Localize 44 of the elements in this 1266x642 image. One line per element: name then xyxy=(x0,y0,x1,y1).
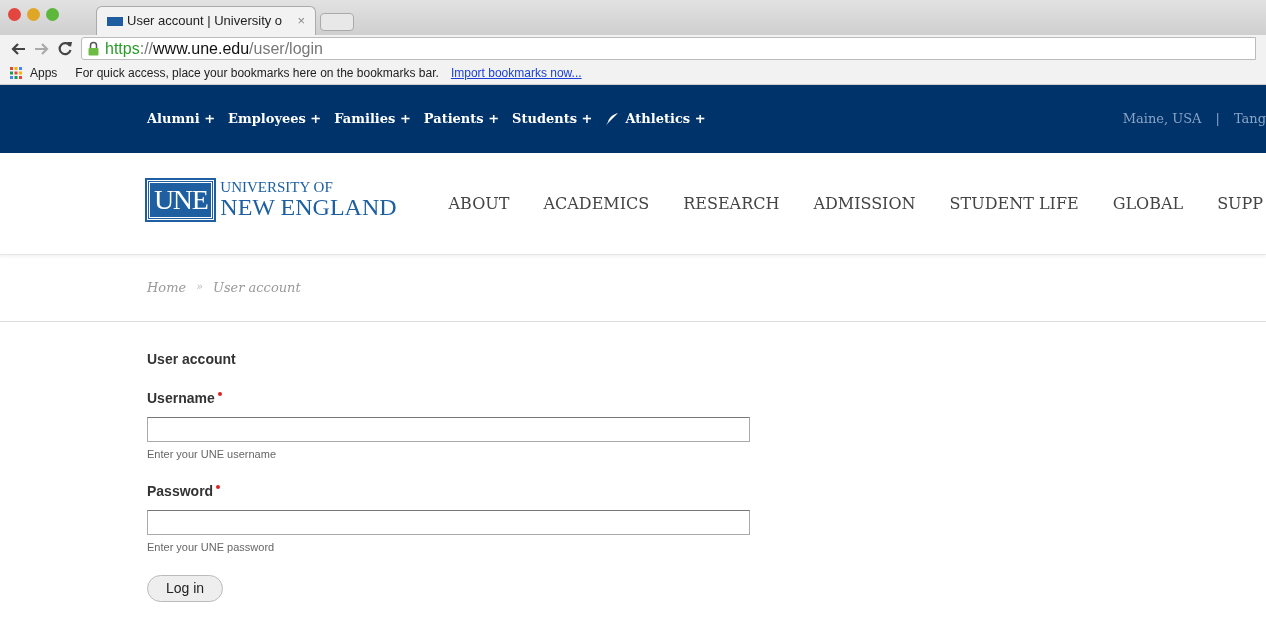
breadcrumb-item: User account xyxy=(212,279,301,298)
form-title: User account xyxy=(147,350,237,369)
breadcrumb-separator: » xyxy=(196,279,203,296)
utility-nav-link[interactable]: Students + xyxy=(512,109,593,129)
utility-link[interactable]: Maine, USA xyxy=(1122,109,1202,129)
import-bookmarks-link[interactable]: Import bookmarks now... xyxy=(450,64,582,82)
address-bar[interactable]: https://www.une.edu/user/login xyxy=(81,37,1256,60)
field-label: Password xyxy=(147,481,214,501)
main-nav-link[interactable]: RESEARCH xyxy=(683,191,780,216)
back-icon[interactable] xyxy=(10,41,26,56)
field-description: Enter your UNE password xyxy=(147,539,276,555)
utility-nav-link[interactable]: Families + xyxy=(334,109,411,129)
new-tab-button[interactable] xyxy=(320,13,354,31)
main-nav-link[interactable]: ADMISSION xyxy=(813,191,916,216)
reload-icon[interactable] xyxy=(58,41,73,56)
main-nav-link[interactable]: SUPP xyxy=(1217,191,1264,216)
zoom-window-button[interactable] xyxy=(46,8,59,21)
bookmarks-bar-message: For quick access, place your bookmarks here on the bookmarks bar. xyxy=(75,65,439,82)
main-nav-link[interactable]: ACADEMICS xyxy=(543,191,650,216)
utility-nav-link[interactable]: Alumni + xyxy=(147,109,216,129)
forward-icon[interactable] xyxy=(34,41,50,56)
utility-nav-link[interactable]: Employees + xyxy=(228,109,322,129)
minimize-window-button[interactable] xyxy=(27,8,40,21)
url-text: https://www.une.edu/user/login xyxy=(105,38,323,59)
input-field[interactable] xyxy=(147,509,750,535)
separator: | xyxy=(1215,110,1220,129)
input-field[interactable] xyxy=(147,417,750,442)
apps-grid-icon xyxy=(10,67,22,79)
tab-title: User account | University o xyxy=(127,12,283,31)
close-window-button[interactable] xyxy=(8,8,21,21)
main-nav-link[interactable]: STUDENT LIFE xyxy=(949,191,1079,216)
lock-icon xyxy=(88,41,99,56)
main-nav-link[interactable]: GLOBAL xyxy=(1112,191,1184,216)
athletics-label: Athletics + xyxy=(625,110,706,129)
field-description: Enter your UNE username xyxy=(147,447,277,462)
log-in-button[interactable]: Log in xyxy=(147,575,224,602)
apps-shortcut[interactable]: Apps xyxy=(30,64,58,82)
utility-nav-item[interactable]: Athletics + xyxy=(605,109,706,129)
main-nav-link[interactable]: ABOUT xyxy=(448,191,510,216)
utility-nav-link[interactable]: Patients + xyxy=(423,109,500,129)
utility-link[interactable]: Tang xyxy=(1233,109,1266,129)
field-label: Username xyxy=(147,389,215,408)
favicon-icon xyxy=(107,16,123,26)
browser-tab[interactable]: User account | University o × xyxy=(96,6,316,35)
